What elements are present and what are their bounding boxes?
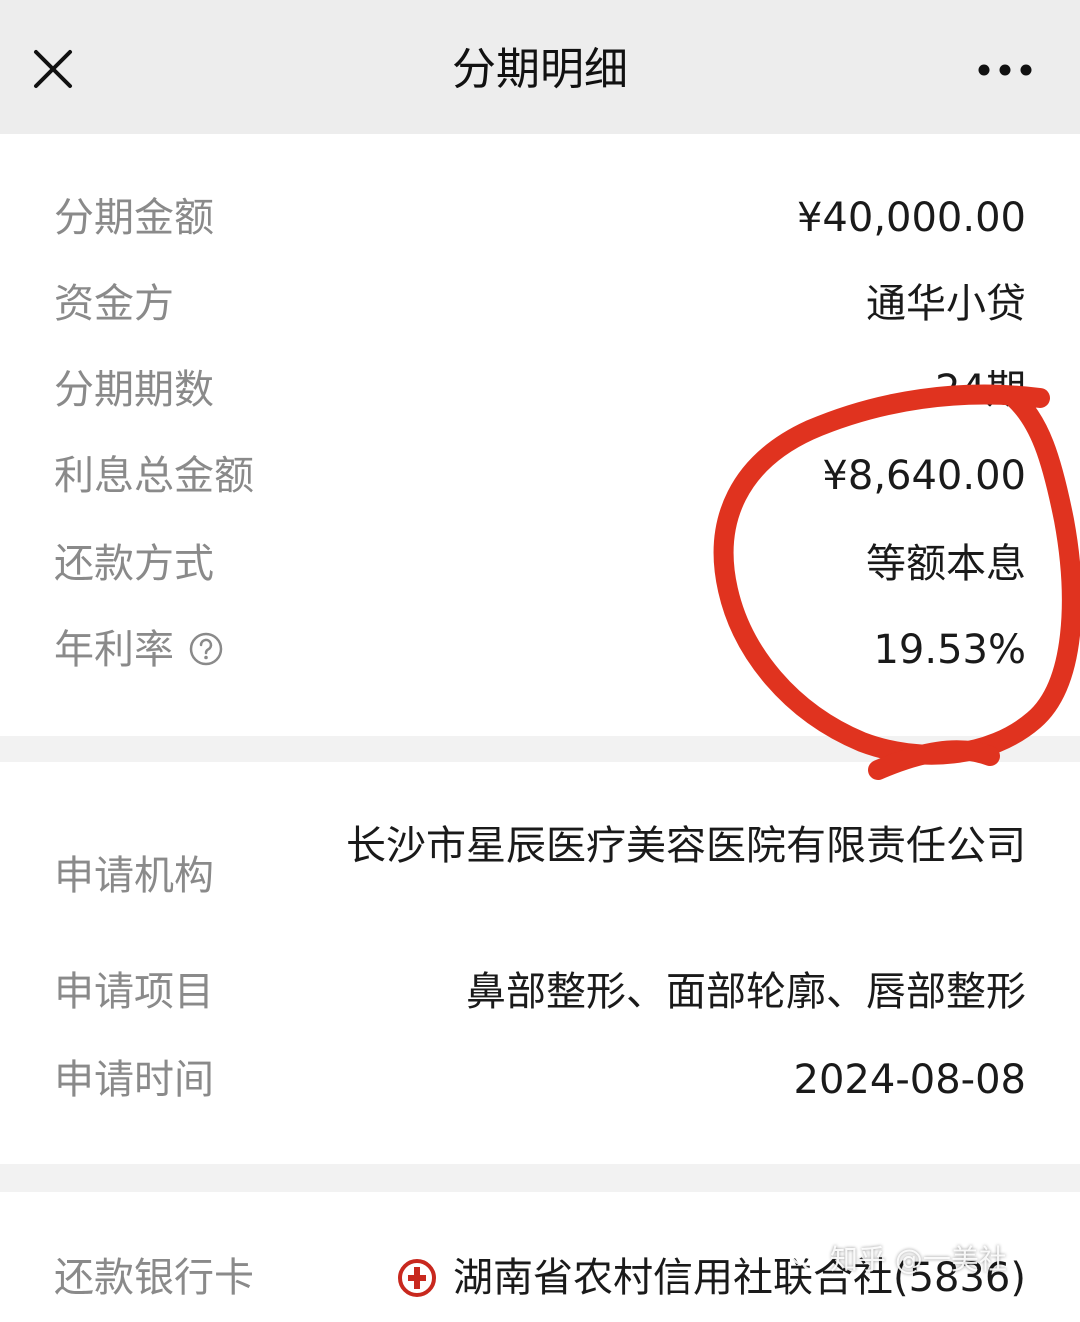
method-value: 等额本息 [866, 541, 1026, 587]
page-title: 分期明细 [452, 44, 628, 95]
watermark: 知乎 @一美社 [790, 1238, 1007, 1278]
org-label: 申请机构 [54, 853, 214, 899]
funder-row: 资金方 通华小贷 [0, 260, 1080, 348]
rural-credit-bank-logo-icon [397, 1259, 436, 1297]
rate-label-wrap: 年利率 [54, 618, 224, 682]
section-divider [0, 1164, 1080, 1192]
org-value: 长沙市星辰医疗美容医院有限责任公司 [346, 823, 1026, 869]
periods-row: 分期期数 24期 [0, 346, 1080, 434]
interest-label: 利息总金额 [54, 453, 254, 499]
more-button[interactable] [970, 50, 1040, 90]
more-dots-icon [978, 64, 1032, 76]
periods-label: 分期期数 [54, 367, 214, 413]
periods-value: 24期 [935, 367, 1026, 413]
method-row: 还款方式 等额本息 [0, 520, 1080, 608]
watermark-text: 知乎 @一美社 [830, 1243, 1007, 1276]
funder-label: 资金方 [54, 281, 174, 327]
section-divider [0, 736, 1080, 762]
funder-value: 通华小贷 [866, 281, 1026, 327]
project-value: 鼻部整形、面部轮廓、唇部整形 [466, 969, 1026, 1015]
project-row: 申请项目 鼻部整形、面部轮廓、唇部整形 [0, 948, 1080, 1036]
time-value: 2024-08-08 [793, 1057, 1026, 1103]
help-icon[interactable] [188, 631, 224, 667]
rate-label: 年利率 [54, 627, 174, 673]
bank-label: 还款银行卡 [54, 1255, 254, 1301]
amount-label: 分期金额 [54, 195, 214, 241]
time-label: 申请时间 [54, 1057, 214, 1103]
project-label: 申请项目 [54, 969, 214, 1015]
rate-value: 19.53% [873, 627, 1026, 673]
time-row: 申请时间 2024-08-08 [0, 1036, 1080, 1124]
interest-value: ¥8,640.00 [822, 453, 1026, 499]
method-label: 还款方式 [54, 541, 214, 587]
interest-row: 利息总金额 ¥8,640.00 [0, 432, 1080, 520]
rate-row: 年利率 19.53% [0, 606, 1080, 694]
wechat-icon [790, 1244, 823, 1271]
amount-value: ¥40,000.00 [796, 195, 1026, 241]
navbar: 分期明细 [0, 0, 1080, 134]
amount-row: 分期金额 ¥40,000.00 [0, 174, 1080, 262]
